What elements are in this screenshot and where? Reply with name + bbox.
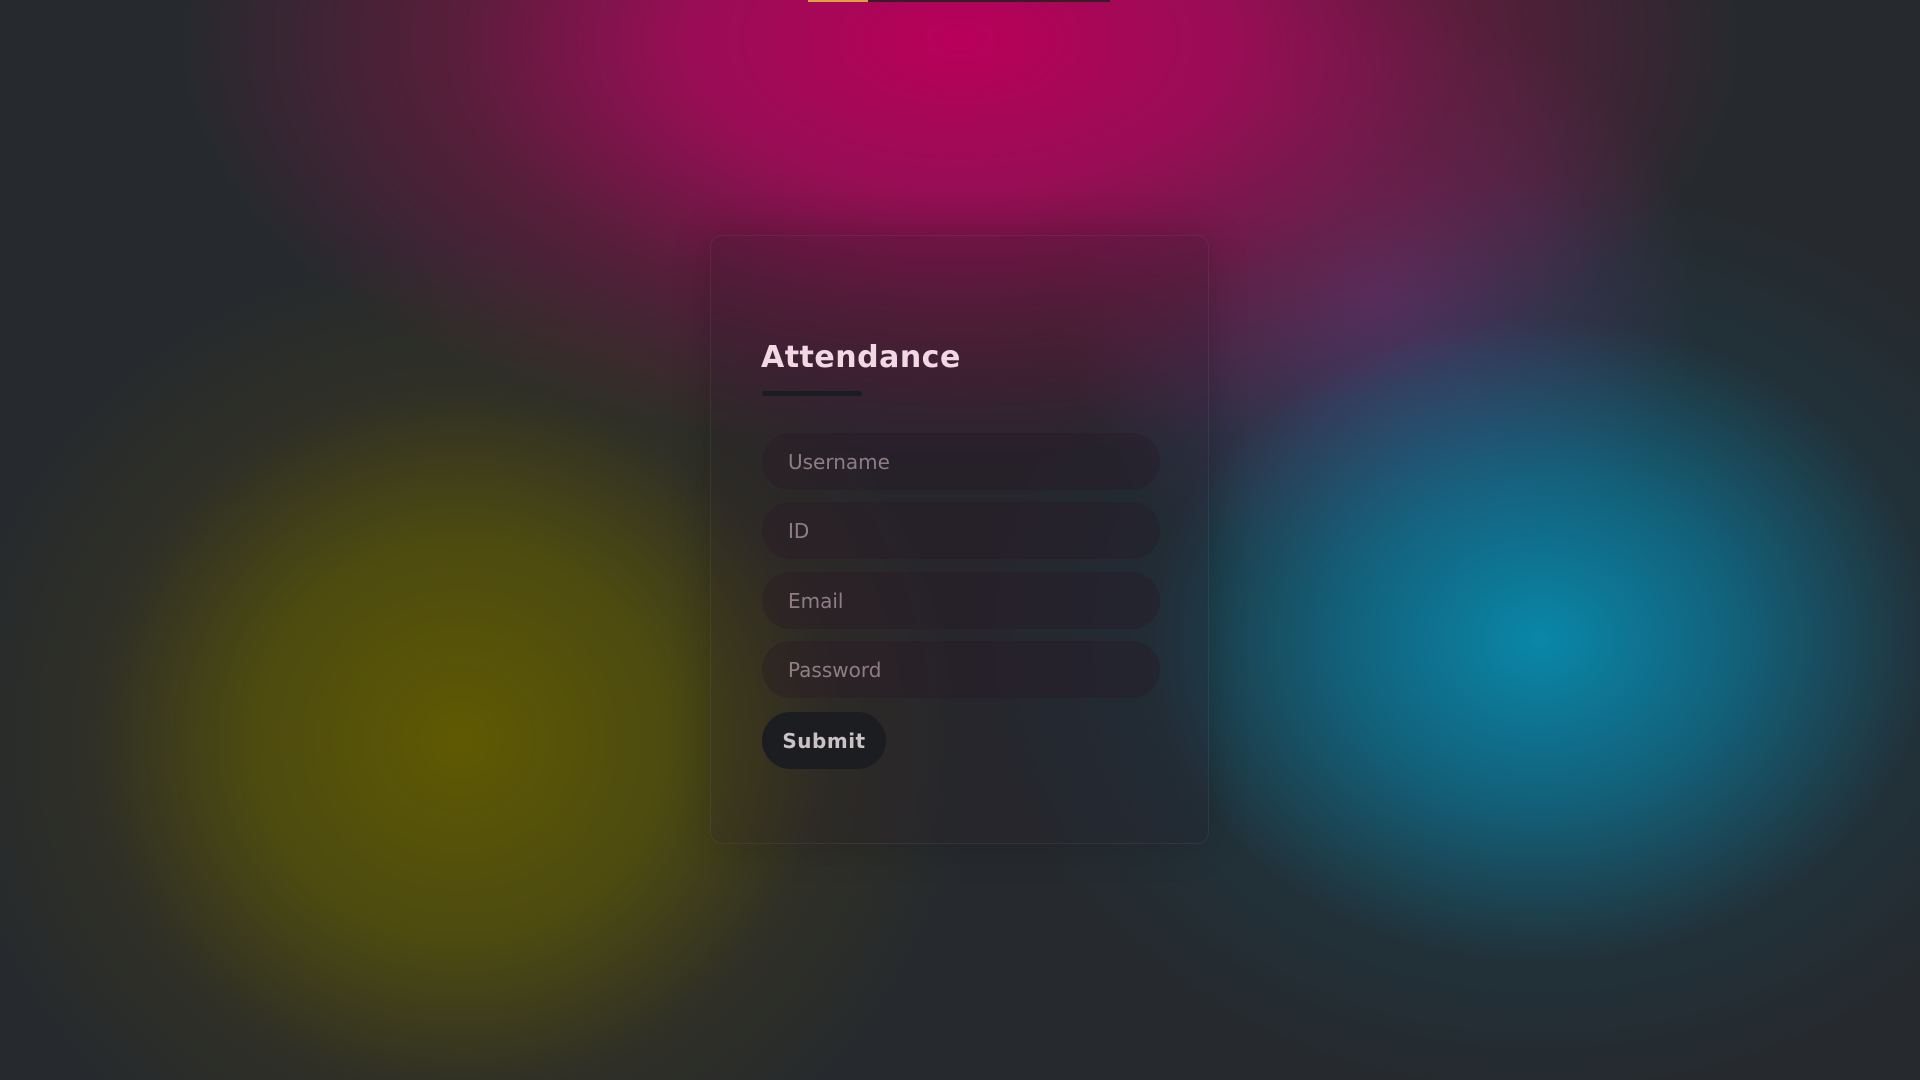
top-progress-accent bbox=[808, 0, 868, 2]
id-input[interactable] bbox=[762, 502, 1160, 559]
submit-button[interactable]: Submit bbox=[762, 712, 886, 769]
attendance-form-card: Attendance Submit bbox=[710, 235, 1209, 844]
title-underline bbox=[762, 391, 862, 396]
email-input[interactable] bbox=[762, 572, 1160, 629]
username-input[interactable] bbox=[762, 433, 1160, 490]
form-title: Attendance bbox=[761, 340, 961, 375]
password-input[interactable] bbox=[762, 641, 1160, 698]
top-progress-strip bbox=[808, 0, 1110, 2]
